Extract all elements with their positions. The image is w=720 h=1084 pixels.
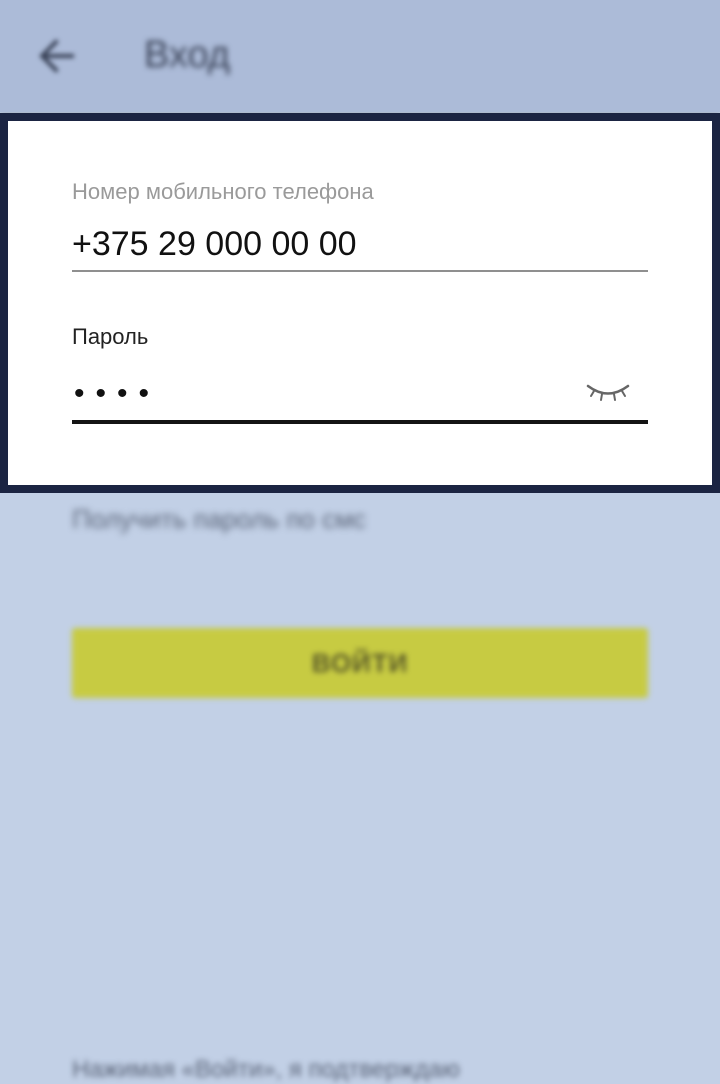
password-field[interactable]: ••••	[74, 379, 160, 409]
arrow-left-icon[interactable]	[36, 36, 76, 76]
password-field-label: Пароль	[72, 324, 149, 349]
get-password-sms-link[interactable]: Получить пароль по смс	[72, 504, 366, 535]
phone-field[interactable]: +375 29 000 00 00	[72, 225, 357, 264]
login-button[interactable]: ВОЙТИ	[72, 628, 648, 698]
phone-field-label: Номер мобильного телефона	[72, 179, 374, 204]
page-title: Вход	[144, 34, 230, 76]
login-form-card: Номер мобильного телефона +375 29 000 00…	[0, 113, 720, 493]
phone-field-underline	[72, 270, 648, 272]
eye-closed-icon[interactable]	[586, 381, 630, 405]
app-bar: Вход	[0, 0, 720, 112]
password-field-underline	[72, 420, 648, 424]
terms-text: Нажимая «Войти», я подтверждаю	[72, 1056, 460, 1083]
